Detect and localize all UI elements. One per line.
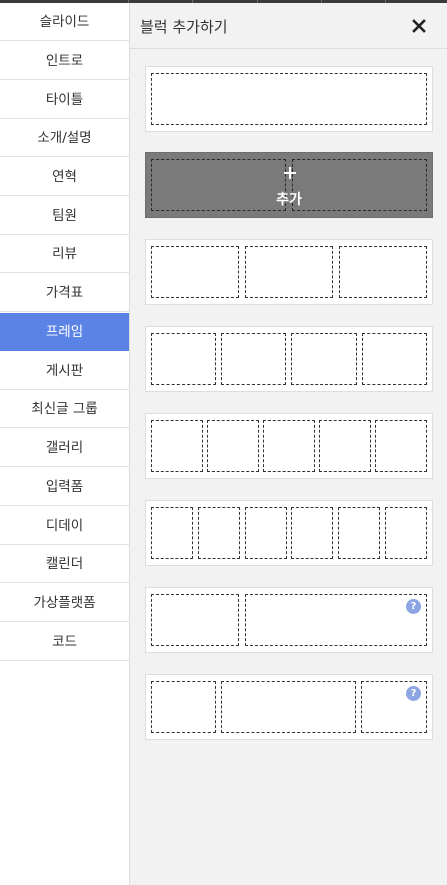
sidebar-item-slide[interactable]: 슬라이드 [0, 3, 129, 41]
panel-header: 블럭 추가하기 [130, 3, 447, 49]
frame-column-placeholder [151, 507, 193, 559]
close-icon [412, 19, 426, 33]
frame-3-columns-block[interactable] [145, 239, 433, 305]
frame-column-placeholder [362, 333, 427, 385]
frame-1-2-1-columns-block[interactable]: ? [145, 674, 433, 740]
frame-column-placeholder [207, 420, 259, 472]
sidebar-item-history[interactable]: 연혁 [0, 158, 129, 196]
sidebar-item-calendar[interactable]: 캘린더 [0, 545, 129, 583]
frame-column-placeholder [375, 420, 427, 472]
frame-column-placeholder [151, 594, 239, 646]
sidebar-item-recent-posts[interactable]: 최신글 그룹 [0, 390, 129, 428]
frame-column-placeholder [245, 246, 333, 298]
sidebar-item-board[interactable]: 게시판 [0, 352, 129, 390]
add-block-panel: 블럭 추가하기 추가 ? ? [130, 3, 447, 885]
sidebar-item-code[interactable]: 코드 [0, 623, 129, 661]
frame-column-placeholder [338, 507, 380, 559]
frame-column-placeholder [385, 507, 427, 559]
frame-column-placeholder [291, 507, 333, 559]
frame-column-placeholder [221, 681, 356, 733]
close-button[interactable] [406, 13, 432, 39]
sidebar-item-dday[interactable]: 디데이 [0, 507, 129, 545]
panel-title: 블럭 추가하기 [140, 18, 228, 36]
sidebar-item-team[interactable]: 팀원 [0, 197, 129, 235]
sidebar-item-about[interactable]: 소개/설명 [0, 119, 129, 157]
frame-column-placeholder [221, 333, 286, 385]
frame-column-placeholder [198, 507, 240, 559]
frame-1-2-columns-block[interactable]: ? [145, 587, 433, 653]
frame-column-placeholder [151, 73, 427, 125]
sidebar-item-frame[interactable]: 프레임 [0, 313, 129, 351]
frame-column-placeholder [291, 333, 357, 385]
frame-column-placeholder [263, 420, 315, 472]
sidebar-item-form[interactable]: 입력폼 [0, 468, 129, 506]
frame-6-columns-block[interactable] [145, 500, 433, 566]
frame-column-placeholder [151, 159, 286, 211]
frame-column-placeholder [151, 333, 216, 385]
frame-column-placeholder [245, 507, 287, 559]
frame-column-placeholder [151, 246, 239, 298]
sidebar-item-review[interactable]: 리뷰 [0, 235, 129, 273]
frame-column-placeholder [151, 420, 203, 472]
frame-column-placeholder [319, 420, 371, 472]
sidebar-item-title[interactable]: 타이틀 [0, 81, 129, 119]
help-icon[interactable]: ? [406, 686, 421, 701]
frame-2-columns-block[interactable]: 추가 [145, 152, 433, 218]
block-category-sidebar: 슬라이드 인트로 타이틀 소개/설명 연혁 팀원 리뷰 가격표 프레임 게시판 … [0, 3, 130, 885]
frame-1-column-block[interactable] [145, 66, 433, 132]
sidebar-item-gallery[interactable]: 갤러리 [0, 429, 129, 467]
sidebar-item-virtual-platform[interactable]: 가상플랫폼 [0, 584, 129, 622]
frame-column-placeholder [151, 681, 216, 733]
frame-4-columns-block[interactable] [145, 326, 433, 392]
frame-column-placeholder [292, 159, 427, 211]
frame-column-placeholder [339, 246, 427, 298]
sidebar-item-intro[interactable]: 인트로 [0, 42, 129, 80]
sidebar-item-pricing[interactable]: 가격표 [0, 274, 129, 312]
help-icon[interactable]: ? [406, 599, 421, 614]
frame-5-columns-block[interactable] [145, 413, 433, 479]
frame-column-placeholder [245, 594, 427, 646]
